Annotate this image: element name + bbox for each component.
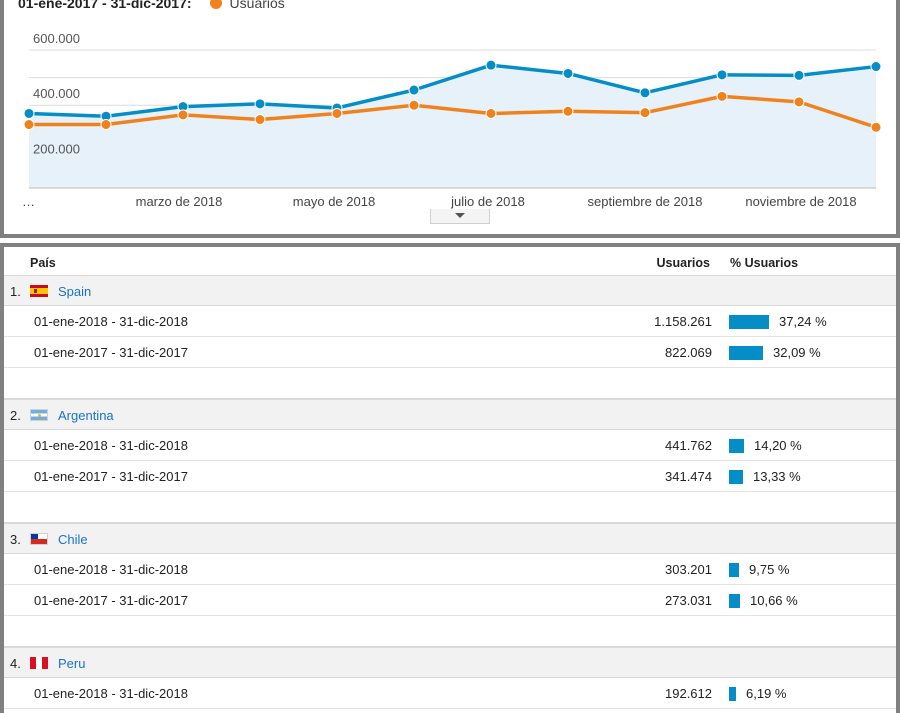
- date-range-cell: 01-ene-2018 - 31-dic-2018: [34, 562, 188, 577]
- pct-value-cell: 9,75 %: [749, 562, 790, 577]
- users-chart-panel: 01-ene-2017 - 31-dic-2017: Usuarios 600.…: [0, 0, 900, 238]
- column-header-country[interactable]: País: [30, 256, 56, 270]
- date-range-cell: 01-ene-2018 - 31-dic-2018: [34, 686, 188, 701]
- row-index: 4.: [10, 656, 21, 671]
- previous-series-line-point: [23, 119, 35, 131]
- date-range-cell: 01-ene-2018 - 31-dic-2018: [34, 438, 188, 453]
- group-spacer: [4, 492, 896, 523]
- previous-series-line-point: [716, 90, 728, 102]
- pct-bar: [729, 594, 740, 608]
- column-header-pct-users[interactable]: % Usuarios: [730, 256, 798, 270]
- pct-value-cell: 32,09 %: [773, 345, 821, 360]
- country-row: 3. Chile: [4, 523, 896, 554]
- previous-series-line-point: [254, 114, 266, 126]
- country-link[interactable]: Chile: [58, 532, 88, 547]
- expand-chart-button[interactable]: [430, 209, 490, 224]
- users-value-cell: 1.158.261: [654, 314, 712, 329]
- flag-cl-icon: [30, 533, 48, 545]
- pct-value-cell: 13,33 %: [753, 469, 801, 484]
- row-index: 1.: [10, 284, 21, 299]
- users-value-cell: 441.762: [665, 438, 712, 453]
- date-range-cell: 01-ene-2017 - 31-dic-2017: [34, 469, 188, 484]
- current-series-line-point: [562, 67, 574, 79]
- group-spacer: [4, 368, 896, 399]
- x-tick-label: septiembre de 2018: [588, 194, 703, 209]
- current-series-line-point: [793, 69, 805, 81]
- country-row: 2. Argentina: [4, 399, 896, 430]
- pct-bar: [729, 439, 744, 453]
- pct-value-cell: 10,66 %: [750, 593, 798, 608]
- table-row: 01-ene-2017 - 31-dic-2017 822.069 32,09 %: [4, 337, 896, 368]
- y-tick-label: 600.000: [33, 31, 80, 46]
- previous-series-line-point: [177, 109, 189, 121]
- date-range-cell: 01-ene-2017 - 31-dic-2017: [34, 593, 188, 608]
- country-table: País Usuarios % Usuarios 1. Spain 01-ene-2…: [0, 243, 900, 713]
- x-tick-label: mayo de 2018: [293, 194, 375, 209]
- current-series-line-point: [485, 59, 497, 71]
- table-header: País Usuarios % Usuarios: [4, 247, 896, 276]
- country-link[interactable]: Argentina: [58, 408, 114, 423]
- previous-series-line-point: [870, 121, 882, 133]
- current-series-line-point: [639, 87, 651, 99]
- table-row: 01-ene-2017 - 31-dic-2017 341.474 13,33 %: [4, 461, 896, 492]
- flag-ar-icon: [30, 409, 48, 421]
- pct-bar: [729, 315, 769, 329]
- date-range-cell: 01-ene-2017 - 31-dic-2017: [34, 345, 188, 360]
- previous-series-line-point: [331, 107, 343, 119]
- current-series-line-point: [870, 61, 882, 73]
- chevron-down-icon: [455, 213, 465, 218]
- users-value-cell: 192.612: [665, 686, 712, 701]
- table-row: 01-ene-2018 - 31-dic-2018 441.762 14,20 %: [4, 430, 896, 461]
- users-value-cell: 273.031: [665, 593, 712, 608]
- users-line-chart: 600.000 400.000 200.000 … marzo de 2018 mayo …: [22, 26, 882, 209]
- pct-bar: [729, 346, 763, 360]
- x-tick-label: …: [22, 194, 35, 209]
- x-tick-label: julio de 2018: [450, 194, 525, 209]
- table-row: 01-ene-2018 - 31-dic-2018 303.201 9,75 %: [4, 554, 896, 585]
- column-header-users[interactable]: Usuarios: [657, 256, 711, 270]
- flag-es-icon: [30, 285, 48, 297]
- previous-series-line-point: [639, 107, 651, 119]
- table-row: 01-ene-2018 - 31-dic-2018 1.158.261 37,24 …: [4, 306, 896, 337]
- previous-series-line-point: [485, 107, 497, 119]
- current-series-line-point: [716, 69, 728, 81]
- y-tick-label: 400.000: [33, 86, 80, 101]
- country-row: 4. Peru: [4, 647, 896, 678]
- y-tick-label: 200.000: [33, 141, 80, 156]
- pct-value-cell: 6,19 %: [746, 686, 787, 701]
- previous-series-line-point: [408, 99, 420, 111]
- previous-series-line-point: [562, 105, 574, 117]
- current-series-line-point: [408, 84, 420, 96]
- country-link[interactable]: Peru: [58, 656, 85, 671]
- country-link[interactable]: Spain: [58, 284, 91, 299]
- table-row: 01-ene-2017 - 31-dic-2017 273.031 10,66 %: [4, 585, 896, 616]
- users-value-cell: 303.201: [665, 562, 712, 577]
- pct-bar: [729, 470, 743, 484]
- row-index: 3.: [10, 532, 21, 547]
- users-value-cell: 341.474: [665, 469, 712, 484]
- pct-bar: [729, 687, 736, 701]
- current-series-line-point: [254, 98, 266, 110]
- x-tick-label: noviembre de 2018: [745, 194, 856, 209]
- previous-series-line-point: [793, 96, 805, 108]
- row-index: 2.: [10, 408, 21, 423]
- table-row: 01-ene-2018 - 31-dic-2018 192.612 6,19 %: [4, 678, 896, 709]
- previous-series-line-point: [100, 119, 112, 131]
- group-spacer: [4, 616, 896, 647]
- x-tick-label: marzo de 2018: [136, 194, 223, 209]
- country-row: 1. Spain: [4, 275, 896, 306]
- users-value-cell: 822.069: [665, 345, 712, 360]
- pct-value-cell: 14,20 %: [754, 438, 802, 453]
- current-series-line-point: [23, 107, 35, 119]
- flag-pe-icon: [30, 657, 48, 669]
- date-range-cell: 01-ene-2018 - 31-dic-2018: [34, 314, 188, 329]
- pct-bar: [729, 563, 739, 577]
- pct-value-cell: 37,24 %: [779, 314, 827, 329]
